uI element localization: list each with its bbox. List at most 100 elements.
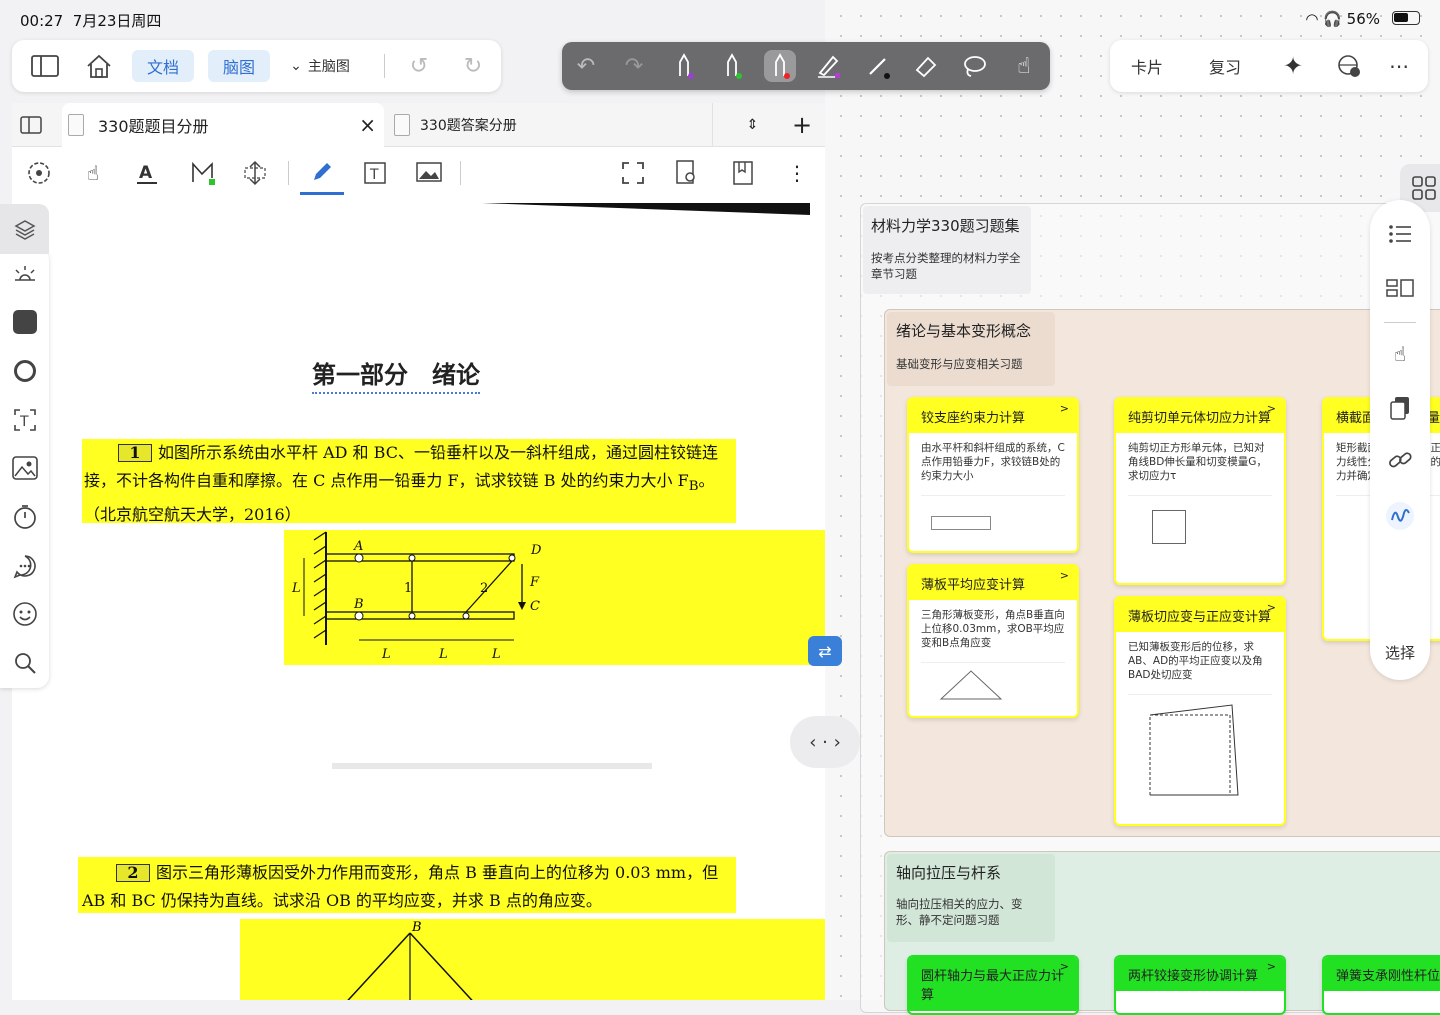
comment-icon[interactable] bbox=[0, 546, 49, 586]
image-insert-icon[interactable] bbox=[412, 151, 446, 195]
search-doc-icon[interactable] bbox=[670, 151, 704, 195]
layout-icon[interactable] bbox=[1370, 268, 1430, 308]
left-tool-sidebar: T bbox=[0, 204, 49, 688]
pen-red-icon[interactable] bbox=[764, 50, 796, 82]
pane-resize-handle[interactable]: ‹ · › bbox=[790, 716, 860, 768]
svg-text:A: A bbox=[139, 163, 153, 183]
group-title: 绪论与基本变形概念 bbox=[896, 322, 1032, 340]
lasso-icon[interactable] bbox=[958, 50, 990, 82]
mindmap-mode-button[interactable]: 脑图 bbox=[208, 50, 270, 82]
label-L-2: L bbox=[438, 647, 448, 662]
resize-icon[interactable] bbox=[238, 151, 272, 195]
right-tool-strip: ☝ 选择 bbox=[1370, 200, 1430, 680]
text-highlight-icon[interactable]: A bbox=[130, 151, 164, 195]
home-icon[interactable] bbox=[82, 50, 116, 82]
select-button[interactable]: 选择 bbox=[1370, 632, 1430, 672]
pointer-hand-icon[interactable]: ☝ bbox=[76, 151, 110, 195]
chevron-right-icon[interactable]: > bbox=[1267, 402, 1276, 415]
fullscreen-icon[interactable] bbox=[616, 151, 650, 195]
image-icon[interactable] bbox=[0, 448, 49, 488]
undo-icon[interactable]: ↺ bbox=[404, 50, 434, 82]
card-pure-shear[interactable]: 纯剪切单元体切应力计算 > 纯剪切正方形单元体，已知对角线BD伸长量和切变模量G，… bbox=[1114, 397, 1286, 585]
text-frame-icon[interactable]: T bbox=[0, 400, 49, 440]
bookmark-icon[interactable] bbox=[726, 151, 760, 195]
battery-percent: 56% bbox=[1346, 10, 1380, 28]
section-title: 第一部分 绪论 bbox=[312, 355, 480, 394]
cards-button[interactable]: 卡片 bbox=[1122, 50, 1172, 82]
pencil-icon[interactable] bbox=[862, 50, 894, 82]
add-tab-icon[interactable]: + bbox=[782, 103, 822, 147]
eraser-icon[interactable] bbox=[910, 50, 942, 82]
redo-icon[interactable]: ↻ bbox=[458, 50, 488, 82]
root-title: 材料力学330题习题集 bbox=[871, 217, 1020, 235]
split-view-icon[interactable] bbox=[20, 103, 50, 147]
pen-annotate-icon[interactable] bbox=[300, 151, 344, 195]
pen-purple-icon[interactable] bbox=[668, 50, 700, 82]
card-hinge-reaction[interactable]: 铰支座约束力计算 > 由水平杆和斜杆组成的系统，C点作用铅垂力F，求铰链B处的约束… bbox=[907, 397, 1079, 553]
card-plate-strain[interactable]: 薄板平均应变计算 > 三角形薄板变形，角点B垂直向上位移0.03mm，求OB平均应… bbox=[907, 564, 1079, 718]
brightness-icon[interactable] bbox=[0, 254, 49, 294]
label-A: A bbox=[353, 539, 363, 554]
freehand-connector-icon[interactable] bbox=[1370, 496, 1430, 536]
card-spring-rigid-bar[interactable]: 弹簧支承刚性杆位移 bbox=[1322, 955, 1440, 1015]
card-plate-shear-strain[interactable]: 薄板切应变与正应变计算 > 已知薄板变形后的位移，求AB、AD的平均正应变以及角B… bbox=[1114, 596, 1286, 826]
card-title: 薄板平均应变计算 bbox=[921, 578, 1026, 593]
pen-toolbar: ↶ ↷ ☝ bbox=[562, 42, 1050, 90]
main-mindmap-dropdown[interactable]: ⌄ 主脑图 bbox=[280, 50, 360, 82]
chevron-right-icon[interactable]: > bbox=[1060, 402, 1069, 415]
outline-list-icon[interactable] bbox=[1370, 214, 1430, 254]
search-icon[interactable] bbox=[0, 643, 49, 683]
shape-tool-icon[interactable] bbox=[186, 151, 220, 195]
label-D: D bbox=[530, 543, 542, 558]
pen-green-icon[interactable] bbox=[716, 50, 748, 82]
highlighter-icon[interactable] bbox=[812, 50, 844, 82]
emoji-icon[interactable] bbox=[0, 594, 49, 634]
chevron-right-icon[interactable]: > bbox=[1267, 601, 1276, 614]
undo-icon[interactable]: ↶ bbox=[570, 50, 602, 82]
svg-text:T: T bbox=[369, 167, 379, 183]
status-bar: 00:27 7月23日周四 ◠ 🎧 56% bbox=[0, 0, 1440, 38]
hand-tool-icon[interactable]: ☝ bbox=[1370, 334, 1430, 374]
pdf-page[interactable]: 第一部分 绪论 1 如图所示系统由水平杆 AD 和 BC、一铅垂杆以及一斜杆组成，… bbox=[12, 203, 825, 1000]
chevron-right-icon[interactable]: > bbox=[1060, 569, 1069, 582]
circle-shape-icon[interactable] bbox=[0, 351, 49, 391]
layers-tab-icon[interactable] bbox=[0, 204, 49, 254]
question-1-text: 1 如图所示系统由水平杆 AD 和 BC、一铅垂杆以及一斜杆组成，通过圆柱铰链连接… bbox=[84, 439, 734, 529]
card-title: 纯剪切单元体切应力计算 bbox=[1128, 411, 1272, 426]
copy-icon[interactable] bbox=[1370, 388, 1430, 428]
hand-icon[interactable]: ☝ bbox=[1008, 50, 1040, 82]
chevron-right-icon[interactable]: > bbox=[1060, 960, 1069, 973]
ai-sparkle-icon[interactable]: ✦ bbox=[1276, 50, 1310, 82]
label-F: F bbox=[529, 575, 540, 590]
link-icon[interactable] bbox=[1370, 440, 1430, 480]
tab-answers[interactable]: 330题答案分册 bbox=[390, 103, 710, 147]
document-panel: 330题题目分册 × 330题答案分册 ⇕ + ☝ A T ⋮ 第一部分 绪论 … bbox=[12, 103, 825, 1000]
textbox-icon[interactable]: T bbox=[358, 151, 392, 195]
headphone-icon: 🎧 bbox=[1323, 10, 1342, 28]
card-body: 由水平杆和斜杆组成的系统，C点作用铅垂力F，求铰链B处的约束力大小 bbox=[921, 442, 1065, 482]
more-icon[interactable]: ⋯ bbox=[1382, 50, 1416, 82]
tab-reorder-icon[interactable]: ⇕ bbox=[712, 103, 792, 147]
divider bbox=[288, 161, 289, 185]
sidebar-toggle-icon[interactable] bbox=[28, 50, 62, 82]
more-vertical-icon[interactable]: ⋮ bbox=[782, 151, 812, 195]
review-button[interactable]: 复习 bbox=[1200, 50, 1250, 82]
web-search-icon[interactable] bbox=[1332, 50, 1366, 82]
redo-icon[interactable]: ↷ bbox=[618, 50, 650, 82]
card-two-bar-compat[interactable]: 两杆铰接变形协调计算 > bbox=[1114, 955, 1286, 1015]
chevron-right-icon[interactable]: > bbox=[1267, 960, 1276, 973]
doc-mode-button[interactable]: 文档 bbox=[132, 50, 194, 82]
tab-questions[interactable]: 330题题目分册 × bbox=[62, 103, 384, 147]
card-body: 三角形薄板变形，角点B垂直向上位移0.03mm，求OB平均应变和B点角应变 bbox=[921, 609, 1065, 649]
card-body: 已知薄板变形后的位移，求AB、AD的平均正应变以及角BAD处切应变 bbox=[1128, 641, 1263, 681]
swap-panels-button[interactable]: ⇄ bbox=[808, 636, 842, 666]
main-mindmap-label: 主脑图 bbox=[307, 59, 350, 75]
label-bar-2: 2 bbox=[480, 581, 488, 596]
close-tab-icon[interactable]: × bbox=[359, 113, 376, 137]
tab-label: 330题题目分册 bbox=[98, 117, 209, 136]
rectangle-shape-icon[interactable] bbox=[0, 302, 49, 342]
rotate-icon[interactable] bbox=[22, 151, 56, 195]
card-thumbnail bbox=[1128, 495, 1272, 555]
timer-icon[interactable] bbox=[0, 497, 49, 537]
card-axial-stress[interactable]: 圆杆轴力与最大正应力计算 > bbox=[907, 955, 1079, 1015]
